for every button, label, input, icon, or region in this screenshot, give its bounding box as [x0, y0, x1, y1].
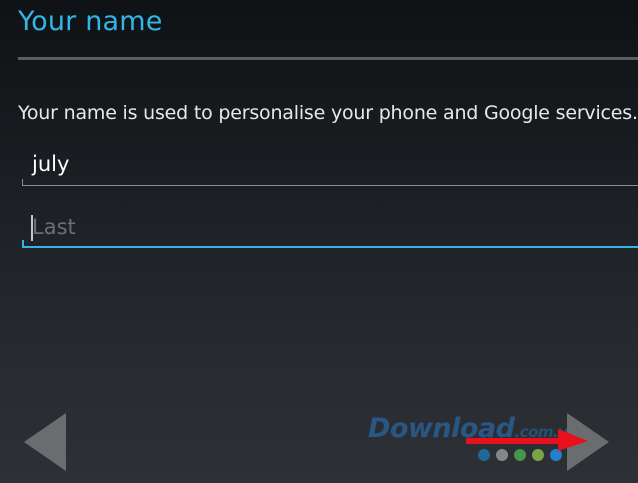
back-arrow-icon[interactable]: [24, 413, 66, 471]
red-annotation-arrow-icon: [466, 429, 588, 451]
first-name-field[interactable]: july: [22, 146, 638, 186]
last-name-placeholder: Last: [32, 215, 76, 239]
page-title: Your name: [18, 6, 163, 37]
last-name-tick: [22, 240, 24, 248]
first-name-value: july: [32, 152, 70, 176]
first-name-tick: [22, 179, 23, 186]
description-text: Your name is used to personalise your ph…: [18, 102, 638, 124]
last-name-underline: [22, 246, 638, 248]
title-divider: [18, 57, 638, 60]
last-name-field[interactable]: Last: [22, 206, 638, 248]
first-name-underline: [22, 185, 638, 186]
